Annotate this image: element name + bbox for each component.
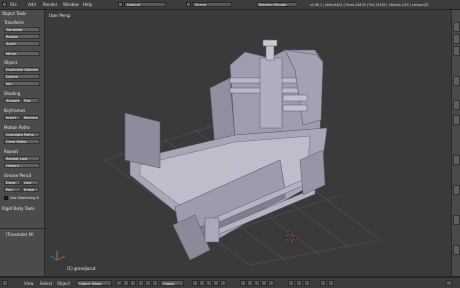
editor-type-icon[interactable] — [2, 2, 7, 7]
manipulator-icon[interactable] — [130, 280, 136, 286]
menu-file[interactable]: File — [10, 2, 17, 7]
mirror-button[interactable]: Mirror — [4, 51, 40, 56]
repeat-section: Repeat — [4, 149, 19, 154]
render-preview-icon[interactable] — [320, 280, 326, 286]
draw-button[interactable]: Draw — [4, 180, 21, 185]
panel-divider — [0, 228, 44, 229]
smooth-button[interactable]: Smooth — [4, 98, 21, 103]
object-tools-header[interactable]: Object Tools — [2, 11, 26, 16]
properties-tab-5[interactable] — [453, 100, 460, 110]
rotate-manipulator-icon[interactable] — [145, 280, 151, 286]
properties-tab-7[interactable] — [453, 155, 460, 165]
snap-target-icon[interactable] — [304, 280, 310, 286]
pivot-point-icon[interactable] — [123, 280, 129, 286]
line-button[interactable]: Line — [22, 180, 39, 185]
mode-select[interactable]: Object Mode — [76, 280, 112, 286]
menu-object[interactable]: Object — [57, 281, 70, 286]
3d-viewport[interactable]: User Persp (1) grandjocut — [45, 10, 451, 276]
menu-select[interactable]: Select — [40, 281, 52, 286]
remove-keyframe-button[interactable]: Remove — [22, 115, 39, 120]
delete-button[interactable]: Delete — [4, 74, 40, 79]
layer-3-icon[interactable] — [206, 280, 212, 286]
object-origin[interactable] — [224, 164, 228, 168]
properties-tab-9[interactable] — [453, 215, 460, 225]
menu-help[interactable]: Help — [83, 2, 92, 7]
layer-7-icon[interactable] — [247, 280, 253, 286]
properties-tab-2[interactable] — [453, 34, 460, 44]
info-header: File Add Render Window Help Default Scen… — [0, 0, 460, 10]
calculate-paths-button[interactable]: Calculate Paths — [4, 132, 40, 137]
erase-button[interactable]: Erase — [22, 187, 39, 192]
layer-5-icon[interactable] — [220, 280, 226, 286]
properties-tab-3[interactable] — [453, 46, 460, 56]
shading-section: Shading — [4, 91, 21, 96]
3d-view-header: View Select Object Object Mode Global — [0, 277, 460, 288]
layer-1-icon[interactable] — [192, 280, 198, 286]
3d-cursor[interactable] — [284, 232, 296, 244]
properties-toggle-icon[interactable] — [446, 280, 452, 286]
flat-button[interactable]: Flat — [22, 98, 39, 103]
transform-section: Transform — [4, 20, 24, 25]
keyframes-section: Keyframes — [4, 108, 26, 113]
history-button[interactable]: History... — [4, 163, 40, 168]
layer-10-icon[interactable] — [268, 280, 274, 286]
snap-icon[interactable] — [296, 280, 302, 286]
axis-gizmo — [50, 251, 66, 261]
join-button[interactable]: Join — [4, 81, 40, 86]
menu-view[interactable]: View — [24, 281, 34, 286]
scene-select[interactable]: Scene — [192, 2, 232, 7]
properties-strip — [451, 10, 460, 276]
properties-tab-1[interactable] — [453, 22, 460, 32]
operator-panel-header[interactable]: (Translate) All — [6, 232, 34, 237]
motion-paths-section: Motion Paths — [4, 125, 30, 130]
layer-8-icon[interactable] — [254, 280, 260, 286]
layout-select[interactable]: Default — [124, 2, 166, 7]
properties-tab-4[interactable] — [453, 76, 460, 86]
rotate-button[interactable]: Rotate — [4, 34, 40, 39]
repeat-last-button[interactable]: Repeat Last — [4, 156, 40, 161]
layer-9-icon[interactable] — [261, 280, 267, 286]
tool-shelf: Object Tools Transform Translate Rotate … — [0, 10, 45, 276]
layout-icon[interactable] — [118, 2, 123, 7]
menu-add[interactable]: Add — [28, 2, 36, 7]
insert-keyframe-button[interactable]: Insert — [4, 115, 21, 120]
use-sketching-checkbox[interactable] — [4, 196, 8, 200]
translate-manipulator-icon[interactable] — [138, 280, 144, 286]
rigid-body-tools-header[interactable]: Rigid Body Tools — [2, 206, 35, 211]
render-animation-icon[interactable] — [328, 280, 334, 286]
scene-icon[interactable] — [186, 2, 191, 7]
properties-tab-8[interactable] — [453, 185, 460, 195]
shading-mode-icon[interactable] — [116, 280, 122, 286]
clear-paths-button[interactable]: Clear Paths — [4, 139, 40, 144]
properties-tab-10[interactable] — [453, 245, 460, 255]
orientation-select[interactable]: Global — [160, 280, 184, 286]
active-object-label: (1) grandjocut — [67, 266, 96, 271]
grease-pencil-section: Grease Pencil — [4, 173, 32, 178]
object-section: Object — [4, 60, 18, 65]
duplicate-objects-button[interactable]: Duplicate Objects — [4, 67, 40, 72]
properties-tab-6[interactable] — [453, 115, 460, 125]
scene-stats: v2.66.1 | Verts:6404 | Faces:18476 | Tri… — [310, 2, 429, 7]
proportional-edit-icon[interactable] — [288, 280, 294, 286]
poly-button[interactable]: Poly — [4, 187, 21, 192]
render-engine-select[interactable]: Blender Render — [256, 2, 298, 7]
viewport-canvas[interactable] — [45, 10, 451, 276]
layer-6-icon[interactable] — [240, 280, 246, 286]
layer-4-icon[interactable] — [213, 280, 219, 286]
view-label: User Persp — [49, 13, 71, 18]
translate-button[interactable]: Translate — [4, 27, 40, 32]
scale-button[interactable]: Scale — [4, 41, 40, 46]
scale-manipulator-icon[interactable] — [152, 280, 158, 286]
editor-type-icon[interactable] — [2, 280, 8, 286]
layer-2-icon[interactable] — [199, 280, 205, 286]
use-sketching-label: Use Sketching S — [10, 195, 39, 200]
menu-render[interactable]: Render — [43, 2, 57, 7]
menu-window[interactable]: Window — [63, 2, 79, 7]
cnc-model[interactable] — [124, 39, 328, 261]
